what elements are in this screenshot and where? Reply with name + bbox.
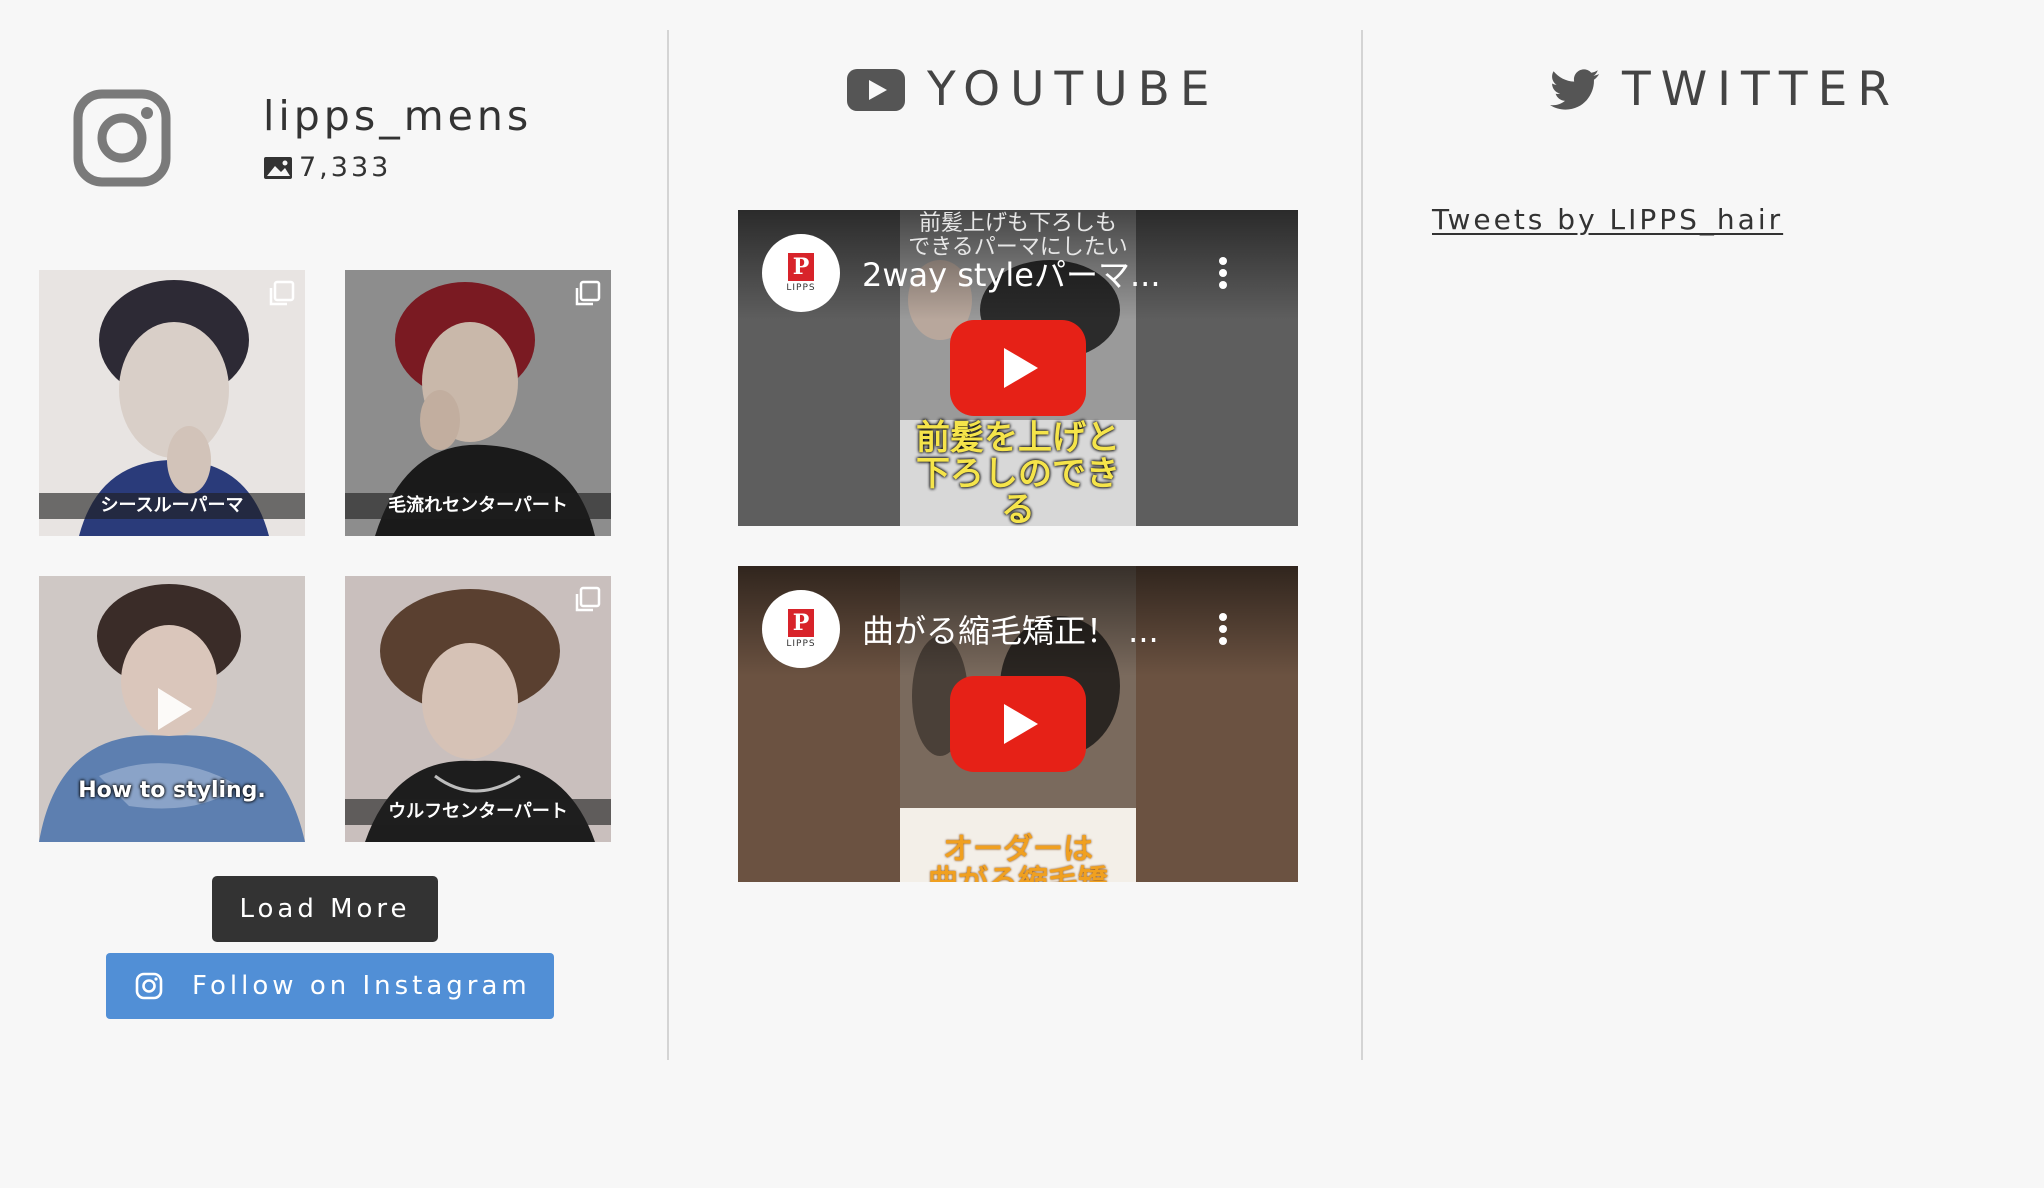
twitter-bird-icon [1550, 68, 1600, 110]
carousel-icon [575, 586, 601, 612]
tweets-by-link[interactable]: Tweets by LIPPS_hair [1432, 203, 1783, 236]
carousel-icon [269, 280, 295, 306]
youtube-video-player[interactable]: 前髪上げも下ろしも できるパーマにしたい 前髪を上げと 下ろしのできる P LI… [738, 210, 1298, 526]
instagram-username[interactable]: lipps_mens [263, 92, 532, 140]
more-options-icon[interactable] [1218, 612, 1228, 646]
channel-logo-mark: P [788, 253, 814, 281]
instagram-post[interactable]: シースルーパーマ [39, 270, 305, 536]
instagram-post[interactable]: ウルフセンターパート [345, 576, 611, 842]
channel-avatar[interactable]: P LIPPS [762, 234, 840, 312]
column-divider-right [1361, 30, 1363, 1060]
video-overlay-bottom: オーダーは 曲がる縮毛矯正！ [928, 832, 1108, 883]
youtube-play-button-icon[interactable] [950, 320, 1086, 416]
channel-logo-mark: P [788, 609, 814, 637]
post-count: 7,333 [263, 152, 391, 183]
column-divider-left [667, 30, 669, 1060]
channel-logo-name: LIPPS [786, 639, 816, 649]
follow-on-instagram-button[interactable]: Follow on Instagram [106, 953, 554, 1019]
post-caption: ウルフセンターパート [345, 799, 611, 825]
post-caption: シースルーパーマ [39, 493, 305, 519]
instagram-post[interactable]: 毛流れセンターパート [345, 270, 611, 536]
post-count-value: 7,333 [299, 152, 392, 183]
twitter-heading-label: TWITTER [1622, 62, 1900, 117]
video-title[interactable]: 2way styleパーマ... [862, 250, 1161, 296]
instagram-icon [135, 972, 163, 1000]
instagram-post[interactable]: How to styling. [39, 576, 305, 842]
video-play-icon [158, 688, 192, 730]
youtube-video-player[interactable]: オーダーは 曲がる縮毛矯正！ P LIPPS 曲がる縮毛矯正！ ... [738, 566, 1298, 882]
carousel-icon [575, 280, 601, 306]
post-caption: How to styling. [78, 778, 266, 803]
post-caption: 毛流れセンターパート [345, 493, 611, 519]
channel-avatar[interactable]: P LIPPS [762, 590, 840, 668]
youtube-heading-label: YOUTUBE [927, 62, 1220, 117]
load-more-button[interactable]: Load More [212, 876, 438, 942]
video-title[interactable]: 曲がる縮毛矯正！ ... [862, 606, 1159, 652]
channel-logo-name: LIPPS [786, 283, 816, 293]
more-options-icon[interactable] [1218, 256, 1228, 290]
instagram-logo-icon[interactable] [72, 88, 172, 188]
youtube-icon [847, 68, 905, 111]
video-overlay-bottom: 前髪を上げと 下ろしのできる [916, 418, 1120, 526]
twitter-heading: TWITTER [1550, 62, 1900, 117]
image-icon [264, 156, 292, 179]
youtube-play-button-icon[interactable] [950, 676, 1086, 772]
youtube-heading: YOUTUBE [847, 62, 1220, 117]
follow-button-label: Follow on Instagram [192, 971, 531, 1001]
